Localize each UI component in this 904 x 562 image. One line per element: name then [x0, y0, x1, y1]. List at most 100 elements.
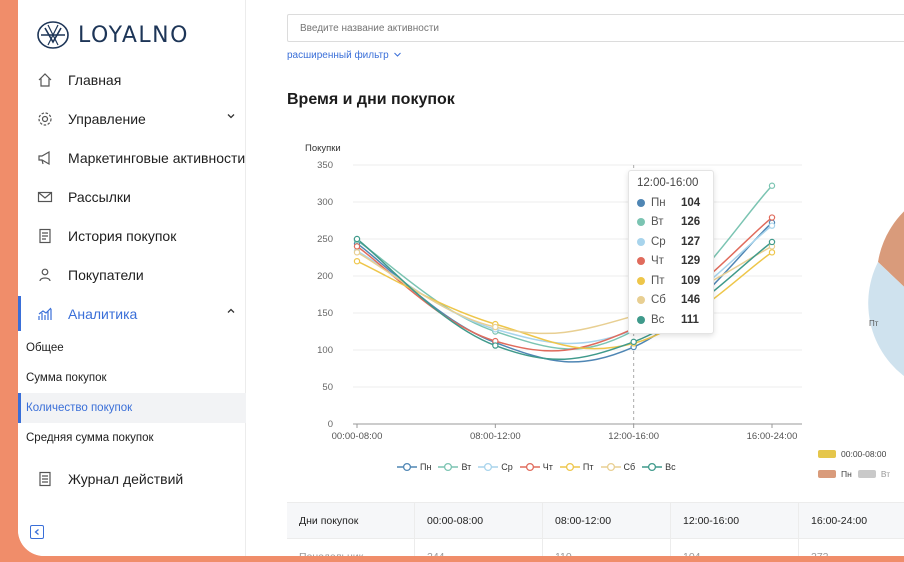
chevron-up-icon[interactable] [226, 306, 236, 316]
data-point[interactable] [353, 258, 361, 265]
logo-icon [37, 21, 69, 49]
subitem-label: Количество покупок [26, 402, 133, 414]
y-tick-label: 300 [317, 197, 333, 208]
data-point[interactable] [768, 222, 776, 229]
sidebar-item-label: История покупок [68, 227, 177, 244]
pie-legend-days: Пн Вт [818, 464, 890, 484]
x-tick-label: 16:00-24:00 [747, 431, 798, 442]
legend-marker [559, 462, 580, 472]
tooltip-value: 104 [681, 196, 701, 209]
pie-legend-time[interactable]: 00:00-08:00 [818, 444, 890, 464]
legend-label[interactable]: Вт [881, 469, 890, 479]
y-tick-label: 200 [317, 271, 333, 282]
tooltip-row: Вт 126 [637, 213, 705, 233]
legend-item-Сб[interactable]: Сб [600, 462, 635, 472]
sidebar-item-customers[interactable]: Покупатели [18, 255, 246, 294]
subitem-label: Средняя сумма покупок [26, 432, 154, 444]
megaphone-icon [36, 149, 54, 167]
tooltip-dot [637, 315, 645, 324]
table-header-cell: 08:00-12:00 [543, 503, 671, 538]
tooltip-value: 129 [681, 255, 701, 268]
table-header-row: Дни покупок 00:00-08:00 08:00-12:00 12:0… [287, 502, 904, 538]
sidebar-item-marketing[interactable]: Маркетинговые активности [18, 138, 246, 177]
sidebar-item-journal[interactable]: Журнал действий [18, 459, 246, 498]
logo-text: LOYALNO [78, 22, 189, 48]
y-tick-label: 150 [317, 308, 333, 319]
legend-item-Пт[interactable]: Пт [559, 462, 594, 472]
chevron-down-icon[interactable] [226, 111, 236, 121]
journal-icon [36, 470, 54, 488]
legend-item-Вс[interactable]: Вс [642, 462, 676, 472]
tooltip-value: 127 [681, 235, 701, 248]
chart-icon [36, 305, 54, 323]
subitem-label: Сумма покупок [26, 372, 107, 384]
data-point[interactable] [353, 249, 361, 256]
collapse-sidebar-button[interactable] [30, 525, 44, 539]
table-cell: 272 [799, 539, 904, 557]
sidebar-item-home[interactable]: Главная [18, 60, 246, 99]
y-tick-label: 50 [322, 382, 333, 393]
data-point[interactable] [353, 243, 361, 250]
tooltip-row: Пн 104 [637, 193, 705, 213]
data-point[interactable] [768, 214, 776, 221]
tooltip-series-name: Сб [651, 294, 666, 307]
data-point[interactable] [353, 235, 361, 243]
tooltip-dot [637, 276, 645, 285]
legend-item-Ср[interactable]: Ср [478, 462, 513, 472]
tooltip-dot [637, 257, 645, 266]
x-tick-label: 12:00-16:00 [608, 431, 659, 442]
legend-label: Вт [461, 462, 472, 472]
tooltip-row: Ср 127 [637, 232, 705, 252]
sidebar-item-mailings[interactable]: Рассылки [18, 177, 246, 216]
legend-label: Пт [582, 462, 594, 472]
legend-label: Пн [420, 462, 432, 472]
tooltip-row: Сб 146 [637, 291, 705, 311]
data-point[interactable] [768, 182, 776, 189]
table-row: Понедельник 244 110 104 272 [287, 538, 904, 556]
legend-marker [519, 462, 540, 472]
sidebar-item-label: Главная [68, 71, 122, 88]
users-icon [36, 266, 54, 284]
legend-label[interactable]: Пн [841, 469, 852, 479]
tooltip-value: 111 [681, 313, 699, 326]
sidebar-item-management[interactable]: Управление [18, 99, 246, 138]
data-point[interactable] [492, 323, 499, 331]
sidebar-item-purchase-history[interactable]: История покупок [18, 216, 246, 255]
data-point[interactable] [768, 249, 776, 256]
logo[interactable]: LOYALNO [36, 20, 189, 50]
table-cell: 104 [671, 539, 799, 556]
subitem-average-purchase[interactable]: Средняя сумма покупок [18, 423, 246, 453]
y-tick-label: 0 [328, 419, 333, 430]
legend-item-Вт[interactable]: Вт [438, 462, 471, 472]
legend-label: Вс [665, 462, 676, 472]
chevron-left-icon [34, 529, 39, 535]
sidebar: LOYALNO Главная Управление Маркетинговые… [18, 0, 246, 556]
tooltip-series-name: Чт [651, 255, 664, 268]
legend-item-Чт[interactable]: Чт [519, 462, 553, 472]
chart-grid [353, 164, 802, 425]
sidebar-item-label: Аналитика [68, 305, 138, 322]
legend-item-Пн[interactable]: Пн [397, 462, 431, 472]
tooltip-value: 109 [681, 274, 701, 287]
legend-marker [478, 462, 499, 472]
subitem-purchase-count[interactable]: Количество покупок [18, 393, 246, 423]
data-point[interactable] [768, 238, 776, 246]
pie-slice-label: Пт [869, 319, 879, 328]
pie-chart[interactable]: Пт [868, 200, 904, 385]
legend-label: Чт [542, 462, 553, 472]
y-axis-ticks: 350 300 250 200 150 100 50 0 [317, 160, 333, 430]
purchases-line-chart[interactable]: Покупки 350 300 250 200 150 100 50 0 00:00-08:0… [247, 0, 904, 500]
legend-marker [600, 462, 621, 472]
tooltip-series-name: Ср [651, 235, 666, 248]
subitem-overview[interactable]: Общее [18, 333, 246, 363]
sidebar-item-analytics[interactable]: Аналитика [18, 294, 246, 333]
data-point[interactable] [630, 338, 637, 346]
subitem-purchase-sum[interactable]: Сумма покупок [18, 363, 246, 393]
table-cell: 244 [415, 539, 543, 556]
data-point[interactable] [492, 342, 499, 349]
tooltip-series-name: Вс [651, 313, 665, 326]
y-axis-label: Покупки [305, 143, 341, 154]
sidebar-item-label: Управление [68, 110, 146, 127]
envelope-icon [36, 188, 54, 206]
y-tick-label: 350 [317, 160, 333, 171]
